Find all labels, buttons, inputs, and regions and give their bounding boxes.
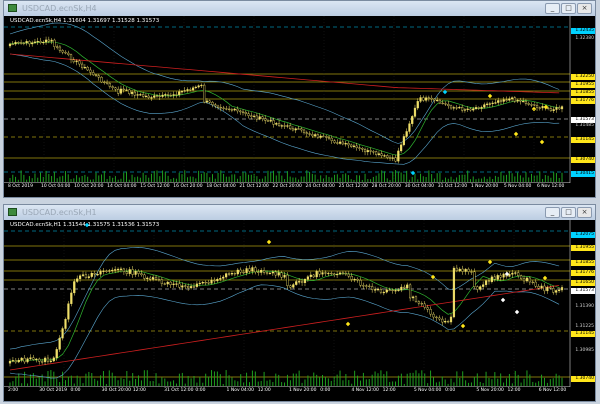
close-button-h4[interactable]: × bbox=[577, 3, 592, 14]
h1-price-label: 1.31855 bbox=[571, 260, 595, 266]
h4-price-label: 1.31855 bbox=[571, 90, 595, 96]
h4-time-label: 16 Oct 20:00 bbox=[173, 184, 203, 189]
h4-time-label: 14 Oct 04:00 bbox=[107, 184, 137, 189]
h4-time-label: 15 Oct 12:00 bbox=[140, 184, 170, 189]
h4-time-label: 8 Oct 2019 bbox=[8, 184, 33, 189]
maximize-button-h1[interactable]: □ bbox=[561, 207, 576, 218]
chart-app-icon bbox=[8, 4, 17, 12]
minimize-button-h4[interactable]: _ bbox=[545, 3, 560, 14]
h4-price-label: 1.31955 bbox=[571, 82, 595, 88]
h4-price-label: 1.31485 bbox=[575, 123, 594, 128]
h1-price-label: 1.31776 bbox=[571, 270, 595, 276]
h4-time-label: 30 Oct 04:00 bbox=[404, 184, 435, 189]
h1-price-label: 1.30740 bbox=[571, 376, 595, 382]
h4-time-label: 25 Oct 12:00 bbox=[338, 184, 368, 189]
window-titlebar-h1[interactable]: USDCAD.ecnSk,H1 _ □ × bbox=[4, 205, 595, 221]
h4-price-label: 1.30415 bbox=[571, 171, 595, 177]
h1-time-label: 5 Nov 04:00 bbox=[413, 388, 442, 393]
time-axis-h4: 8 Oct 2019 10 Oct 04:00 10 Oct 20:00 14 Oct… bbox=[4, 183, 573, 192]
h1-time-label: 6 Nov 12:00 bbox=[538, 388, 567, 393]
h1-time-label: 4 Nov 12:00 bbox=[351, 388, 379, 393]
h1-time-label: 1 Nov 20:00 bbox=[289, 388, 317, 393]
h4-price-label: 1.32380 bbox=[575, 36, 594, 41]
h1-time-label: 12:00 bbox=[507, 388, 521, 393]
window-title-h4: USDCAD.ecnSk,H4 bbox=[22, 4, 97, 13]
minimize-button-h1[interactable]: _ bbox=[545, 207, 560, 218]
h4-price-label: 1.31145 bbox=[571, 137, 595, 143]
h1-price-label: 1.31225 bbox=[575, 324, 594, 329]
h1-price-label: 1.31145 bbox=[571, 331, 595, 337]
h1-time-label: 12:00 bbox=[132, 388, 146, 393]
chart-window-h1[interactable]: USDCAD.ecnSk,H1 _ □ × USDCAD.ecnSk,H1 1.… bbox=[3, 204, 596, 402]
h4-time-label: 21 Oct 12:00 bbox=[239, 184, 269, 189]
h4-time-label: 5 Nov 04:00 bbox=[503, 184, 532, 189]
h4-price-label: 1.30740 bbox=[571, 157, 595, 163]
h4-price-label: 1.31776 bbox=[571, 98, 595, 104]
price-chart-h4[interactable] bbox=[4, 16, 595, 183]
ohlc-info-h4: USDCAD.ecnSk,H4 1.31604 1.31697 1.31528 … bbox=[10, 18, 160, 24]
h4-time-label: 1 Nov 20:00 bbox=[470, 184, 499, 189]
h1-time-label: 12:00 bbox=[382, 388, 396, 393]
h1-price-label: 1.31955 bbox=[571, 245, 595, 251]
h1-price-label: 1.31573 bbox=[571, 288, 595, 294]
window-titlebar-h4[interactable]: USDCAD.ecnSk,H4 _ □ × bbox=[4, 1, 595, 17]
h1-time-label: 30 Oct 20:00 bbox=[101, 388, 131, 393]
h4-time-label: 28 Oct 20:00 bbox=[371, 184, 401, 189]
h4-time-label: 10 Oct 20:00 bbox=[74, 184, 104, 189]
h4-time-label: 24 Oct 04:00 bbox=[305, 184, 335, 189]
h1-time-label: 0:00 bbox=[320, 388, 331, 393]
h4-time-label: 6 Nov 12:00 bbox=[536, 184, 565, 189]
h1-time-label: 1 Nov 04:00 bbox=[226, 388, 255, 393]
h1-time-label: 0:00 bbox=[445, 388, 456, 393]
h1-time-label: 30 Oct 2019 bbox=[39, 388, 68, 393]
h4-time-label: 22 Oct 20:00 bbox=[272, 184, 302, 189]
h1-time-label: 12:00 bbox=[257, 388, 271, 393]
h1-price-label: 1.31390 bbox=[575, 304, 594, 309]
h4-time-label: 10 Oct 04:00 bbox=[41, 184, 71, 189]
h1-time-label: 0:00 bbox=[195, 388, 206, 393]
price-chart-h1[interactable] bbox=[4, 220, 595, 387]
h1-price-label: 1.32075 bbox=[571, 232, 595, 238]
h1-price-label: 1.30985 bbox=[575, 348, 594, 353]
h4-time-label: 18 Oct 04:00 bbox=[206, 184, 236, 189]
h1-price-label: 1.31650 bbox=[571, 280, 595, 286]
h1-time-label: 2:00 bbox=[8, 388, 19, 393]
close-button-h1[interactable]: × bbox=[577, 207, 592, 218]
time-axis-h1: 2:00 30 Oct 2019 0:00 30 Oct 20:00 12:00 31 O… bbox=[4, 387, 573, 396]
ohlc-info-h1: USDCAD.ecnSk,H1 1.31544 1.31575 1.31536 … bbox=[10, 222, 160, 228]
h1-time-label: 0:00 bbox=[70, 388, 81, 393]
chart-app-icon bbox=[8, 208, 17, 216]
h1-time-label: 31 Oct 12:00 bbox=[164, 388, 194, 393]
h4-price-label: 1.32250 bbox=[571, 74, 595, 80]
h4-price-label: 1.32435 bbox=[571, 28, 595, 34]
chart-window-h4[interactable]: USDCAD.ecnSk,H4 _ □ × USDCAD.ecnSk,H4 1.… bbox=[3, 0, 596, 198]
maximize-button-h4[interactable]: □ bbox=[561, 3, 576, 14]
h1-time-label: 5 Nov 20:00 bbox=[476, 388, 504, 393]
window-title-h1: USDCAD.ecnSk,H1 bbox=[22, 208, 97, 217]
h4-time-label: 31 Oct 12:00 bbox=[437, 184, 468, 189]
